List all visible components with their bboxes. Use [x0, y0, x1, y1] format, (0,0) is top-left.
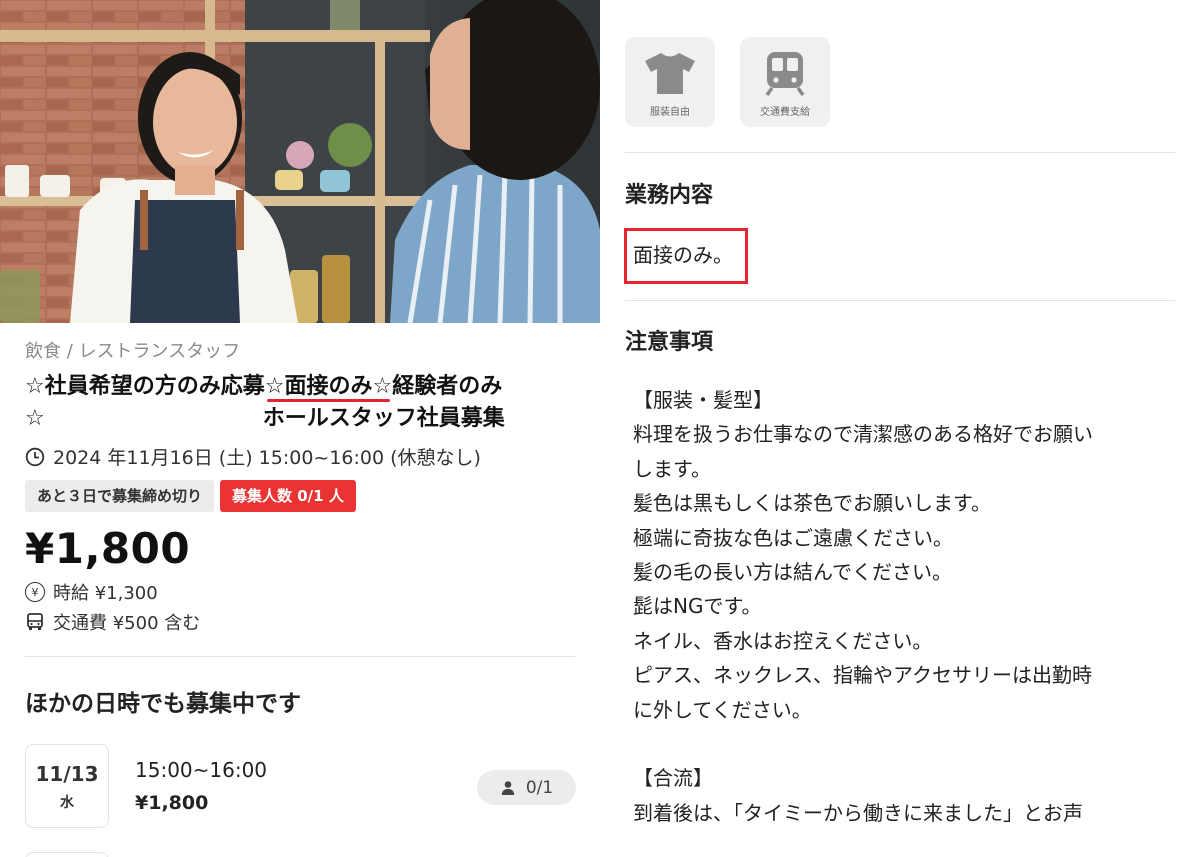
hourly-wage: 時給 ¥1,300 [53, 583, 158, 604]
divider [25, 656, 575, 657]
title-part: ホールスタッフ社員募集 [262, 406, 505, 431]
divider [625, 152, 1175, 153]
hourly-wage-row: ¥ 時給 ¥1,300 [25, 579, 158, 605]
notes-body: 【服装・髪型】 料理を扱うお仕事なので清潔感のある格好でお願い します。 髪色は… [633, 383, 1178, 830]
job-photo [0, 0, 600, 323]
notes-line: に外してください。 [633, 697, 812, 722]
title-part: ☆ [25, 406, 45, 431]
notes-blank-line [633, 727, 1178, 761]
transport-fee-row: 交通費 ¥500 含む [25, 609, 200, 635]
total-price: ¥1,800 [25, 524, 191, 573]
bus-icon [27, 613, 43, 630]
notes-line: 髪の毛の長い方は結んでください。 [633, 560, 952, 585]
notes-line: 【服装・髪型】 [633, 388, 773, 412]
feature-dress-free: 服装自由 [625, 37, 715, 127]
other-dates-heading: ほかの日時でも募集中です [25, 691, 301, 717]
yen-icon: ¥ [25, 582, 45, 602]
job-datetime: 2024 年11月16日 (土) 15:00~16:00 (休憩なし) [25, 443, 481, 470]
job-category: 飲食 / レストランスタッフ [25, 341, 241, 362]
deadline-badge: あと３日で募集締め切り [25, 480, 215, 512]
train-icon [765, 52, 805, 97]
feature-label: 服装自由 [650, 107, 690, 118]
notes-line: 髪色は黒もしくは茶色でお願いします。 [633, 491, 991, 516]
right-panel: 服装自由 交通費支給 業務内容 面接のみ。 注意事項 【服装・髪型】 料理を扱う… [600, 0, 1200, 857]
job-title: ☆社員希望の方のみ応募☆面接のみ☆経験者のみ ☆ ホールスタッフ社員募集 [25, 371, 585, 435]
slot-price: ¥1,800 [135, 792, 209, 814]
notes-line: 到着後は、「タイミーから働きに来ました」とお声 [633, 800, 1083, 825]
person-icon [501, 780, 515, 795]
notes-line: 髭はNGです。 [633, 594, 762, 619]
feature-transport-paid: 交通費支給 [740, 37, 830, 127]
feature-label: 交通費支給 [760, 107, 810, 118]
notes-line: 極端に奇抜な色はご遠慮ください。 [633, 525, 953, 550]
slot-time[interactable]: 15:00~16:00 [135, 758, 267, 782]
title-highlight: ☆面接のみ☆ [264, 374, 393, 399]
notes-line: します。 [633, 456, 711, 481]
notes-line: 【合流】 [633, 766, 713, 791]
next-slot-card[interactable] [25, 852, 109, 857]
notes-line: ピアス、ネックレス、指輪やアクセサリーは出勤時 [633, 663, 1092, 688]
clock-icon [25, 447, 45, 466]
headcount-badge: 募集人数 0/1 人 [220, 480, 356, 512]
notes-line: 料理を扱うお仕事なので清潔感のある格好でお願い [633, 422, 1093, 447]
duties-heading: 業務内容 [625, 183, 714, 208]
notes-line: ネイル、香水はお控えください。 [633, 628, 933, 653]
slot-capacity: 0/1 [525, 777, 554, 798]
datetime-text: 2024 年11月16日 (土) 15:00~16:00 (休憩なし) [53, 447, 481, 469]
slot-date-card[interactable]: 11/13 水 [25, 744, 109, 828]
tshirt-icon [645, 53, 695, 94]
slot-weekday: 水 [60, 795, 74, 811]
badge-row: あと３日で募集締め切り 募集人数 0/1 人 [25, 480, 356, 512]
slot-capacity-pill: 0/1 [477, 770, 576, 805]
title-part: ☆社員希望の方のみ応募 [25, 374, 265, 399]
title-part: 経験者のみ [392, 374, 503, 399]
duties-text: 面接のみ。 [633, 243, 733, 267]
divider [625, 300, 1175, 301]
notes-heading: 注意事項 [625, 330, 714, 355]
slot-date: 11/13 [35, 762, 99, 786]
left-panel: 飲食 / レストランスタッフ ☆社員希望の方のみ応募☆面接のみ☆経験者のみ ☆ ホ… [0, 0, 600, 857]
transport-fee: 交通費 ¥500 含む [53, 613, 201, 634]
